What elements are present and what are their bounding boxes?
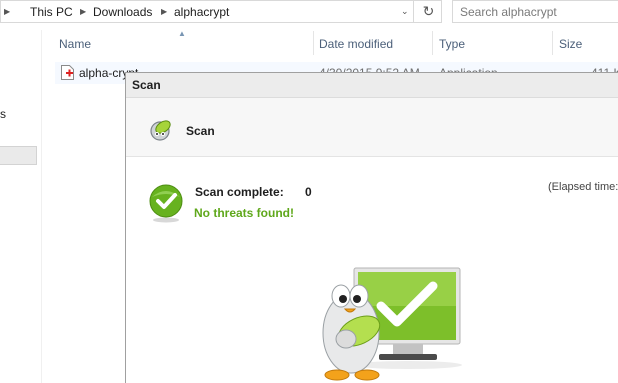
chevron-right-icon[interactable]: ▶ bbox=[4, 7, 10, 16]
nav-item-selected[interactable] bbox=[0, 146, 37, 165]
column-divider[interactable] bbox=[313, 31, 314, 55]
address-bar[interactable]: ▶ This PC ▶ Downloads ▶ alphacrypt ⌄ ↻ bbox=[0, 0, 442, 23]
column-header-date-modified[interactable]: Date modified bbox=[319, 37, 393, 51]
chevron-down-icon[interactable]: ⌄ bbox=[401, 6, 409, 17]
breadcrumb-this-pc[interactable]: This PC bbox=[30, 5, 73, 19]
column-header-name[interactable]: Name bbox=[59, 37, 91, 51]
elapsed-time-label: (Elapsed time: bbox=[548, 181, 618, 193]
scan-icon bbox=[150, 120, 171, 141]
breadcrumb-alphacrypt[interactable]: alphacrypt bbox=[174, 5, 229, 19]
column-header-size[interactable]: Size bbox=[559, 37, 582, 51]
no-threats-message: No threats found! bbox=[194, 206, 294, 220]
column-header-type[interactable]: Type bbox=[439, 37, 465, 51]
mascot-monitor-illustration bbox=[322, 267, 462, 381]
checkmark-icon bbox=[149, 184, 183, 223]
search-box[interactable]: Search alphacrypt bbox=[452, 0, 618, 23]
dialog-header: Scan bbox=[126, 98, 618, 157]
application-file-icon bbox=[61, 65, 74, 80]
scan-complete-label: Scan complete: bbox=[195, 185, 284, 199]
header-label: Scan bbox=[186, 124, 215, 138]
scan-count: 0 bbox=[305, 185, 312, 199]
dialog-title: Scan bbox=[132, 78, 161, 92]
column-divider[interactable] bbox=[552, 31, 553, 55]
nav-pane-divider bbox=[41, 30, 42, 383]
column-divider[interactable] bbox=[432, 31, 433, 55]
sort-ascending-icon: ▲ bbox=[178, 29, 186, 38]
search-input[interactable]: Search alphacrypt bbox=[460, 5, 557, 19]
chevron-right-icon[interactable]: ▶ bbox=[80, 7, 86, 16]
dialog-title-bar[interactable]: Scan bbox=[126, 73, 618, 98]
breadcrumb-downloads[interactable]: Downloads bbox=[93, 5, 152, 19]
refresh-icon[interactable]: ↻ bbox=[413, 1, 443, 22]
scan-dialog: Scan Scan Scan complete: 0 No threats fo… bbox=[125, 72, 618, 383]
chevron-right-icon[interactable]: ▶ bbox=[161, 7, 167, 16]
nav-item-fragment[interactable]: s bbox=[0, 107, 6, 121]
